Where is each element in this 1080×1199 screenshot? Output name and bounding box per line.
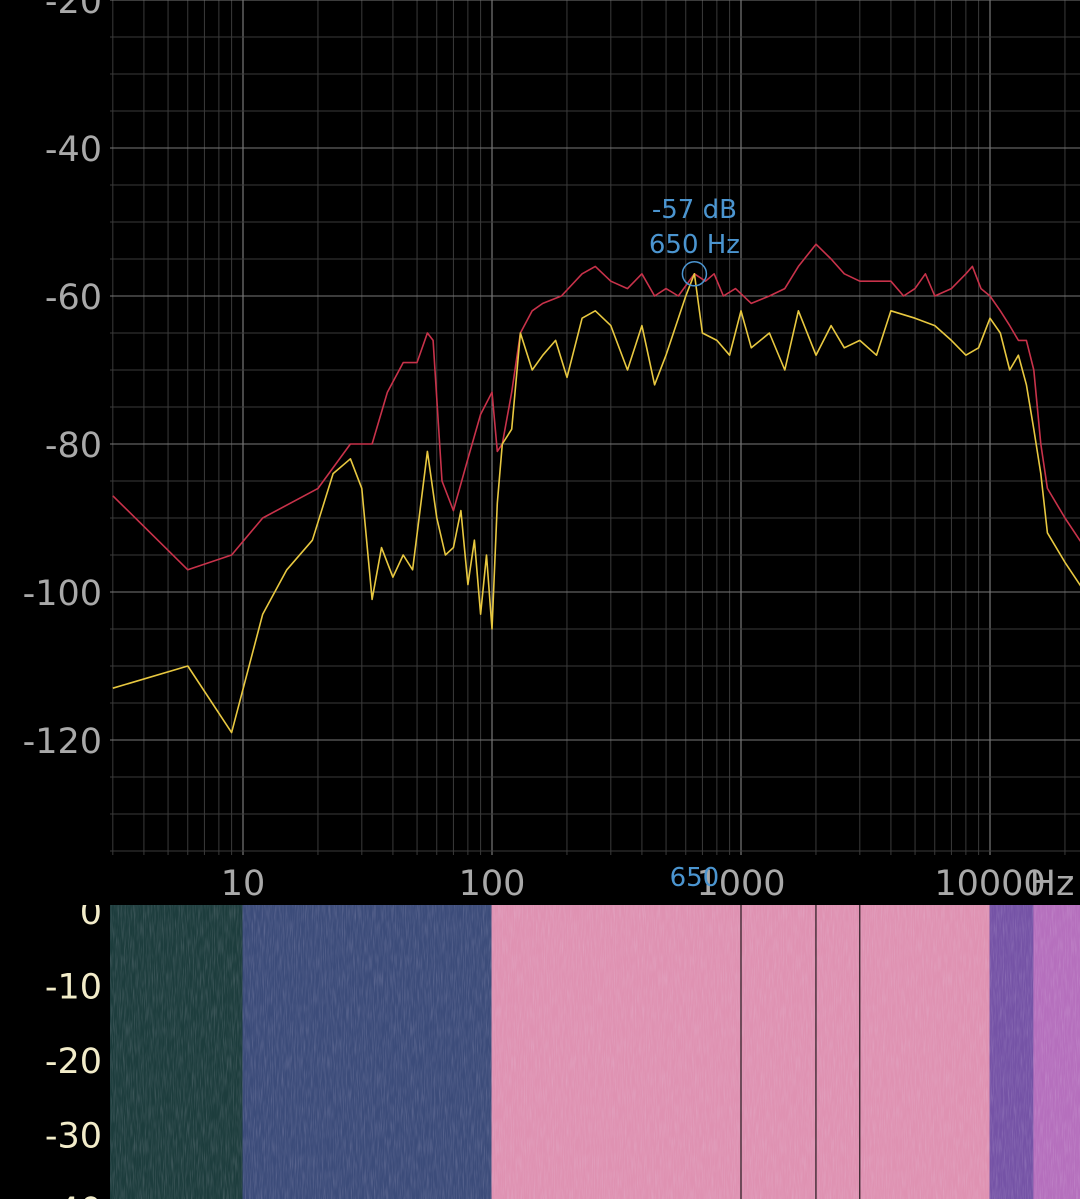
y-tick-label: -40	[45, 130, 102, 170]
spectrogram-time-tick: -40	[45, 1191, 102, 1199]
x-axis-unit: Hz	[1030, 864, 1075, 904]
spectrogram-chart[interactable]: 0 -10 -20 -30 -40	[0, 905, 1080, 1199]
x-axis-ticks: 10 100 1000 10000	[221, 864, 1046, 904]
spectrogram-time-ticks: 0 -10 -20 -30 -40	[45, 905, 102, 1199]
x-tick-label: 10	[221, 864, 266, 904]
chart-grid	[110, 0, 1080, 855]
x-tick-label: 100	[459, 864, 526, 904]
y-tick-label: -20	[45, 0, 102, 22]
spectrogram-time-tick: -30	[45, 1117, 102, 1157]
y-tick-label: -100	[23, 574, 102, 614]
spectrogram-time-tick: -10	[45, 968, 102, 1008]
spectrogram-time-tick: -20	[45, 1042, 102, 1082]
y-tick-label: -80	[45, 426, 102, 466]
spectrogram-texture	[110, 905, 1080, 1199]
peak-marker-db-label: -57 dB	[652, 195, 737, 225]
peak-marker[interactable]: -57 dB 650 Hz 650	[649, 195, 740, 893]
y-axis-ticks: -20 -40 -60 -80 -100 -120	[23, 0, 102, 762]
y-tick-label: -120	[23, 722, 102, 762]
peak-marker-hz-label: 650 Hz	[649, 230, 740, 260]
spectrogram-time-tick: 0	[80, 905, 102, 933]
y-tick-label: -60	[45, 278, 102, 318]
peak-marker-axis-label: 650	[670, 863, 720, 893]
spectrum-chart[interactable]: -20-40-60-80-100-120 10 100 1000 10000 -57 …	[0, 0, 1080, 905]
